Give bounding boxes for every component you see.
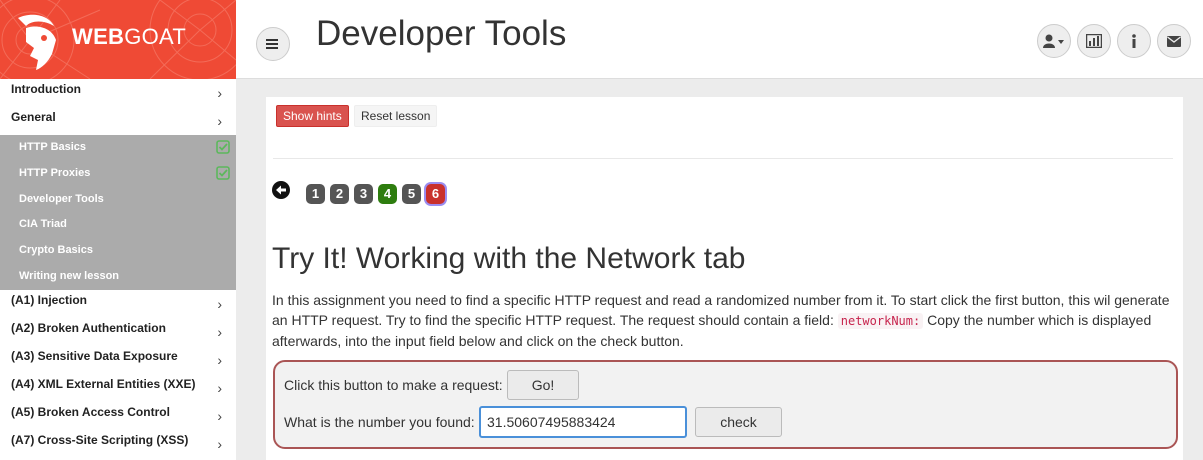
divider	[273, 158, 1173, 159]
chevron-right-icon: ›	[217, 407, 222, 424]
sidebar-subitem-label: Developer Tools	[19, 192, 104, 205]
page-button-5[interactable]: 5	[402, 184, 421, 204]
sidebar-item-label: (A4) XML External Entities (XXE)	[11, 376, 196, 391]
sidebar-item-a7-cross-site-scripting-xss[interactable]: (A7) Cross-Site Scripting (XSS) ›	[0, 430, 236, 458]
user-menu-button[interactable]	[1037, 24, 1071, 58]
chevron-right-icon: ›	[217, 323, 222, 340]
page-button-4[interactable]: 4	[378, 184, 397, 204]
contact-button[interactable]	[1157, 24, 1191, 58]
goat-logo-icon	[18, 14, 56, 70]
chevron-right-icon: ›	[217, 85, 222, 101]
chevron-right-icon: ›	[217, 379, 222, 396]
sidebar-item-a2-broken-authentication[interactable]: (A2) Broken Authentication ›	[0, 318, 236, 346]
sidebar-item-a4-xml-external-entities-xxe[interactable]: (A4) XML External Entities (XXE) ›	[0, 374, 236, 402]
hamburger-icon	[266, 39, 278, 49]
about-button[interactable]	[1117, 24, 1151, 58]
sidebar-subitem-label: Writing new lesson	[19, 269, 120, 282]
envelope-icon	[1167, 35, 1181, 47]
sidebar-item-label: (A2) Broken Authentication	[11, 320, 166, 335]
sidebar-item-label: (A1) Injection	[11, 292, 88, 307]
go-button[interactable]: Go!	[507, 370, 579, 400]
sidebar-subitem-crypto-basics[interactable]: Crypto Basics	[0, 238, 236, 264]
chevron-right-icon: ›	[217, 113, 222, 129]
info-icon	[1132, 34, 1136, 48]
user-icon	[1043, 34, 1064, 48]
number-input[interactable]: 31.50607495883424	[479, 406, 687, 438]
chevron-right-icon: ›	[217, 351, 222, 368]
sidebar-subitem-http-basics[interactable]: HTTP Basics	[0, 135, 236, 161]
check-button[interactable]: check	[695, 407, 782, 437]
sidebar-item-label: (A3) Sensitive Data Exposure	[11, 348, 178, 363]
show-hints-button[interactable]: Show hints	[276, 105, 349, 127]
sidebar-item-label: (A7) Cross-Site Scripting (XSS)	[11, 432, 189, 447]
sidebar-item-a1-injection[interactable]: (A1) Injection ›	[0, 290, 236, 318]
sidebar-subitem-label: HTTP Basics	[19, 141, 87, 153]
field-name-code: networkNum:	[837, 313, 924, 329]
bar-chart-icon	[1086, 34, 1102, 48]
header: Developer Tools	[236, 0, 1203, 79]
sidebar-subitem-developer-tools[interactable]: Developer Tools	[0, 187, 236, 213]
lesson-description: In this assignment you need to find a sp…	[272, 290, 1177, 351]
number-label: What is the number you found:	[284, 414, 475, 430]
sidebar-item-label: (A5) Broken Access Control	[11, 404, 170, 419]
check-square-icon	[216, 140, 230, 154]
sidebar-subitem-label: CIA Triad	[19, 218, 67, 231]
request-label: Click this button to make a request:	[284, 377, 503, 393]
sidebar-item-a5-broken-access-control[interactable]: (A5) Broken Access Control ›	[0, 402, 236, 430]
lesson-content: Show hints Reset lesson 123456 Try It! W…	[266, 97, 1183, 460]
page-button-6[interactable]: 6	[426, 184, 445, 204]
menu-toggle-button[interactable]	[256, 27, 290, 61]
sidebar-subitem-label: Crypto Basics	[19, 244, 93, 257]
chevron-right-icon: ›	[217, 435, 222, 452]
sidebar-item-general[interactable]: General ›	[0, 107, 236, 135]
sidebar-item-label: General	[11, 110, 56, 124]
lesson-title: Try It! Working with the Network tab	[272, 242, 746, 275]
page-title: Developer Tools	[316, 14, 567, 53]
brand-banner: WEBGOAT	[0, 0, 236, 79]
sidebar: Introduction › General › HTTP Basics HTTP Pr…	[0, 79, 236, 460]
sidebar-item-introduction[interactable]: Introduction ›	[0, 79, 236, 107]
sidebar-item-a3-sensitive-data-exposure[interactable]: (A3) Sensitive Data Exposure ›	[0, 346, 236, 374]
brand-name: WEBGOAT	[72, 24, 187, 49]
sidebar-subitem-writing-new-lesson[interactable]: Writing new lesson	[0, 264, 236, 290]
check-square-icon	[216, 165, 230, 180]
caret-down-icon	[1058, 40, 1064, 44]
assignment-form: Click this button to make a request: Go!…	[273, 360, 1178, 449]
page-button-2[interactable]: 2	[330, 184, 349, 204]
sidebar-subitem-cia-triad[interactable]: CIA Triad	[0, 212, 236, 238]
sidebar-item-label: Introduction	[11, 82, 81, 96]
chevron-right-icon: ›	[217, 295, 222, 312]
page-button-3[interactable]: 3	[354, 184, 373, 204]
report-card-button[interactable]	[1077, 24, 1111, 58]
previous-page-icon[interactable]	[272, 181, 290, 199]
reset-lesson-button[interactable]: Reset lesson	[354, 105, 438, 127]
general-submenu: HTTP Basics HTTP Proxies Developer Tools CI…	[0, 135, 236, 290]
sidebar-subitem-label: HTTP Proxies	[19, 166, 91, 179]
page-button-1[interactable]: 1	[306, 184, 325, 204]
sidebar-subitem-http-proxies[interactable]: HTTP Proxies	[0, 161, 236, 187]
